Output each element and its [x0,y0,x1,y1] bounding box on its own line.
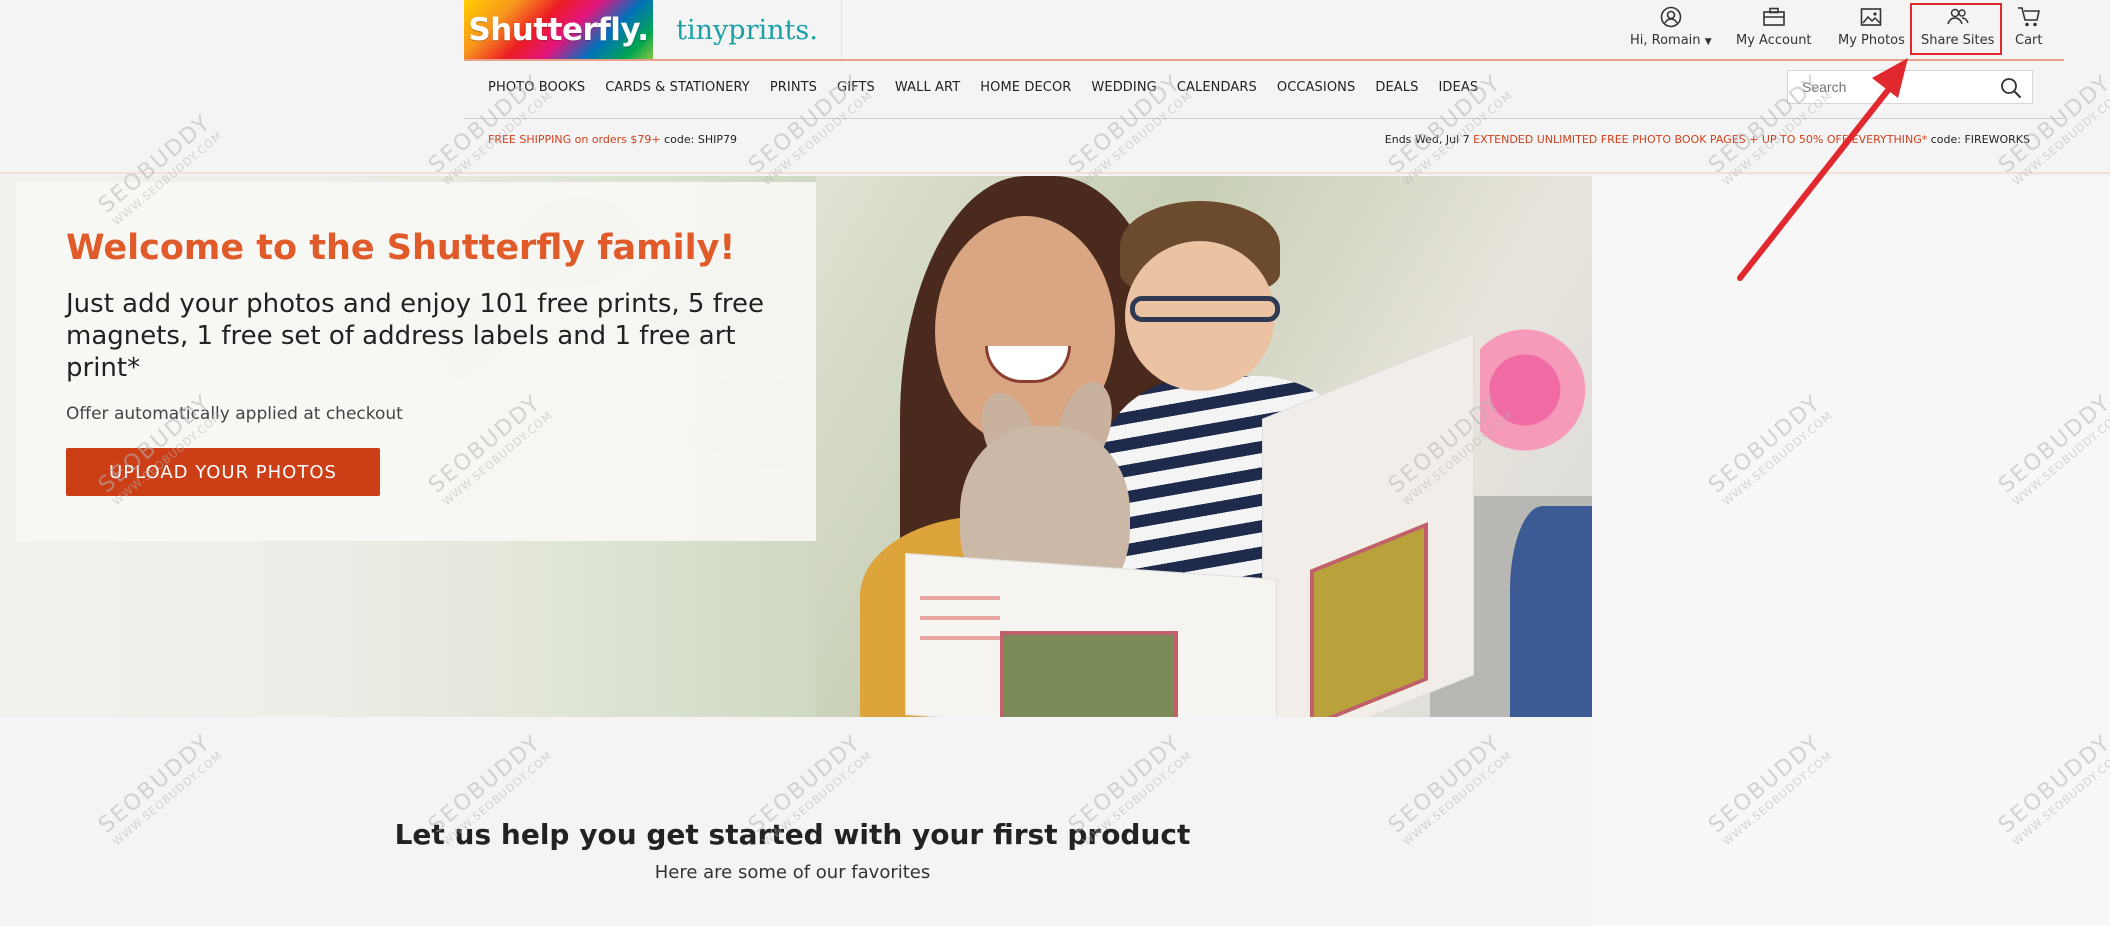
annotation-arrow [1737,58,1908,281]
arrow-shaft [1737,77,1899,281]
